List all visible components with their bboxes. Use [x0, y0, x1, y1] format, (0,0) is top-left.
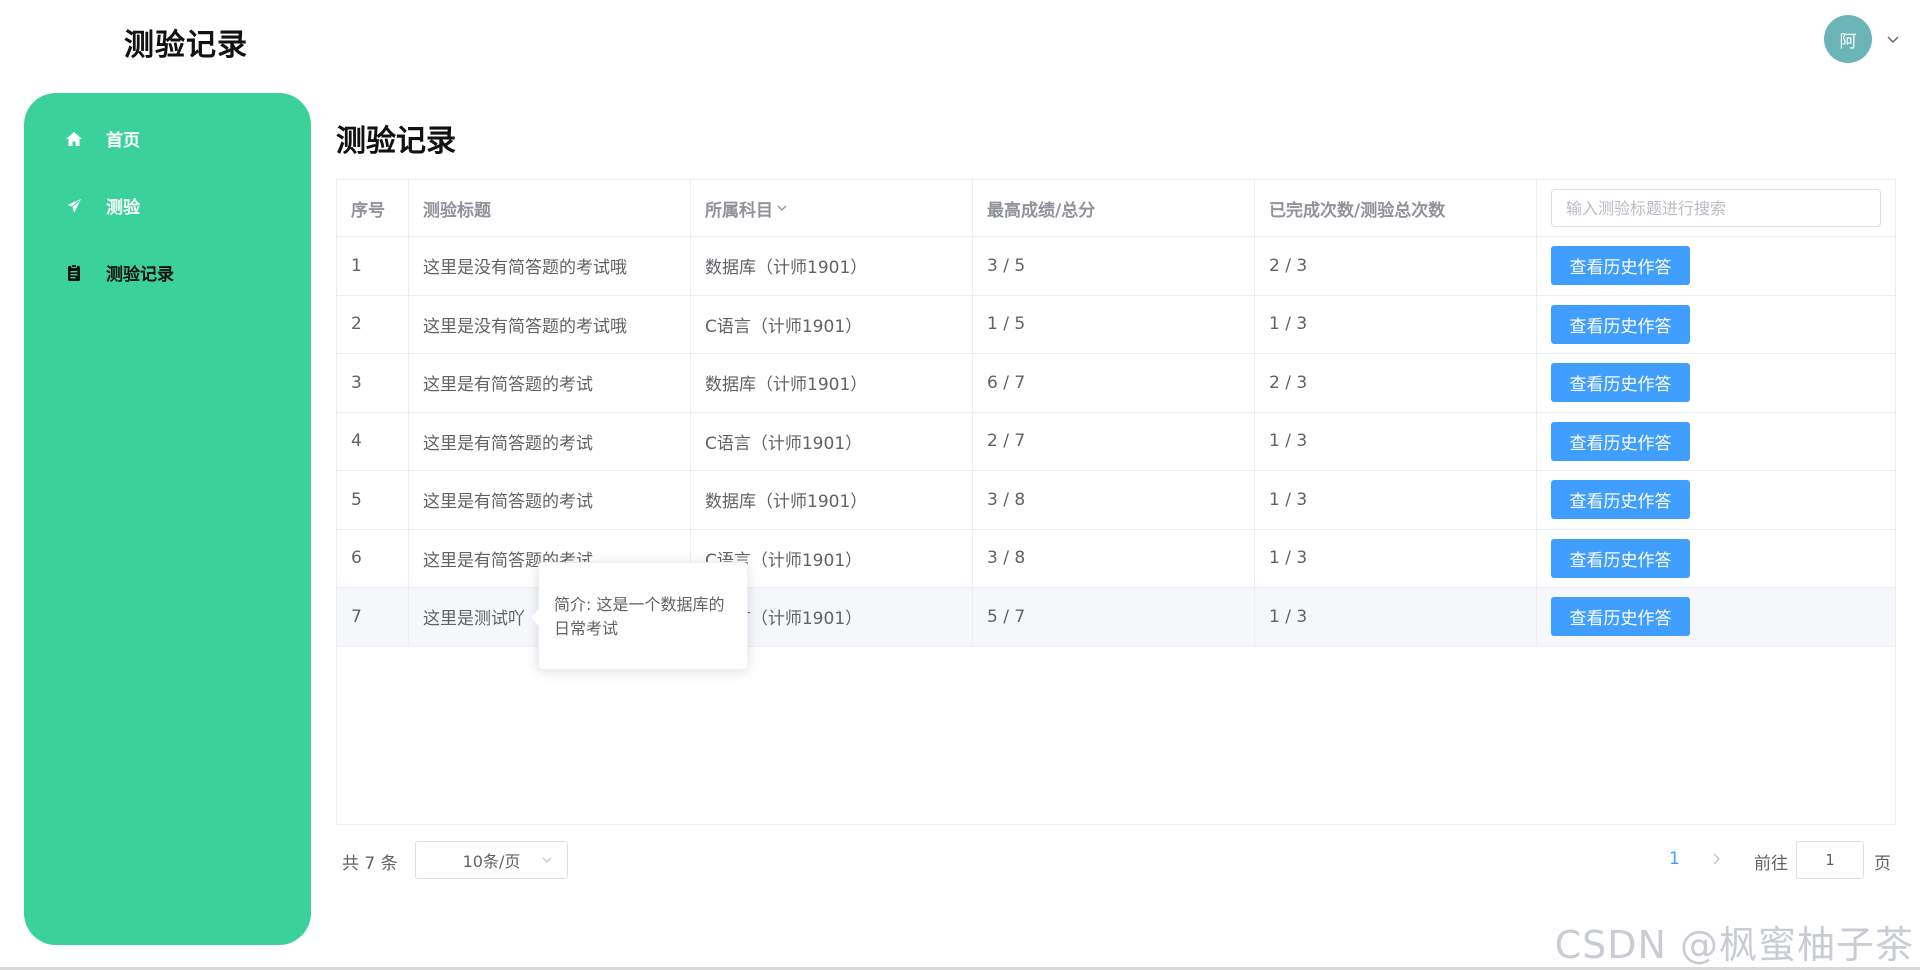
- sidebar-item-label: 首页: [106, 131, 140, 151]
- cell-title: 这里是没有简答题的考试哦: [409, 295, 691, 353]
- cell-action: 查看历史作答: [1537, 413, 1895, 471]
- table-row: 1 这里是没有简答题的考试哦 数据库（计师1901） 3 / 5 2 / 3 查…: [337, 237, 1895, 296]
- chevron-down-icon: [542, 857, 552, 863]
- cell-subject: 数据库（计师1901）: [691, 237, 973, 295]
- watermark: CSDN @枫蜜柚子茶: [1554, 923, 1914, 967]
- view-history-button[interactable]: 查看历史作答: [1551, 538, 1690, 578]
- paper-plane-icon: [64, 196, 84, 216]
- column-header-score: 最高成绩/总分: [973, 180, 1255, 236]
- column-header-index: 序号: [337, 180, 409, 236]
- page-title: 测验记录: [336, 124, 456, 159]
- cell-index: 2: [337, 295, 409, 353]
- cell-action: 查看历史作答: [1537, 296, 1895, 354]
- column-header-label: 所属科目: [705, 200, 773, 221]
- cell-score: 6 / 7: [973, 354, 1255, 412]
- sidebar-item-home[interactable]: 首页: [64, 126, 140, 151]
- sidebar-item-label: 测验记录: [106, 265, 174, 285]
- cell-index: 4: [337, 412, 409, 470]
- sidebar-item-quiz-records[interactable]: 测验记录: [64, 260, 174, 285]
- cell-index: 7: [337, 588, 409, 646]
- cell-score: 3 / 8: [973, 529, 1255, 587]
- cell-index: 5: [337, 471, 409, 529]
- view-history-button[interactable]: 查看历史作答: [1551, 597, 1690, 637]
- table-header: 序号 测验标题 所属科目 最高成绩/总分 已完成次数/测验总次数: [337, 180, 1895, 237]
- filter-caret-icon[interactable]: [776, 202, 788, 214]
- cell-action: 查看历史作答: [1537, 237, 1895, 295]
- clipboard-icon: [64, 263, 84, 283]
- cell-attempts: 1 / 3: [1255, 412, 1537, 470]
- cell-score: 2 / 7: [973, 412, 1255, 470]
- chevron-down-icon[interactable]: [1886, 32, 1900, 46]
- column-header-subject[interactable]: 所属科目: [691, 180, 973, 236]
- sidebar: 首页 测验 测验记录: [24, 93, 311, 945]
- home-icon: [64, 129, 84, 149]
- pagination-total: 共 7 条: [342, 854, 398, 874]
- pagination-goto-label: 前往: [1754, 854, 1788, 874]
- records-table: 序号 测验标题 所属科目 最高成绩/总分 已完成次数/测验总次数 1 这里是没有…: [336, 179, 1896, 825]
- pagination-page-unit: 页: [1874, 854, 1891, 874]
- cell-action: 查看历史作答: [1537, 471, 1895, 529]
- cell-index: 3: [337, 354, 409, 412]
- view-history-button[interactable]: 查看历史作答: [1551, 480, 1690, 520]
- cell-attempts: 1 / 3: [1255, 588, 1537, 646]
- table-row: 5 这里是有简答题的考试 数据库（计师1901） 3 / 8 1 / 3 查看历…: [337, 471, 1895, 530]
- avatar[interactable]: 阿: [1824, 15, 1872, 63]
- cell-subject: 数据库（计师1901）: [691, 471, 973, 529]
- sidebar-item-label: 测验: [106, 198, 140, 218]
- cell-score: 3 / 8: [973, 471, 1255, 529]
- cell-action: 查看历史作答: [1537, 588, 1895, 646]
- cell-index: 6: [337, 529, 409, 587]
- cell-attempts: 1 / 3: [1255, 471, 1537, 529]
- app-title: 测验记录: [124, 28, 248, 63]
- cell-attempts: 1 / 3: [1255, 529, 1537, 587]
- search-input[interactable]: [1551, 189, 1881, 227]
- column-header-attempts: 已完成次数/测验总次数: [1255, 180, 1537, 236]
- cell-subject: C语言（计师1901）: [691, 295, 973, 353]
- column-header-title: 测验标题: [409, 180, 691, 236]
- chevron-right-icon[interactable]: [1709, 852, 1723, 866]
- cell-title: 这里是有简答题的考试: [409, 412, 691, 470]
- cell-attempts: 2 / 3: [1255, 354, 1537, 412]
- tooltip-text: 简介: 这是一个数据库的日常考试: [554, 595, 725, 638]
- sidebar-item-quiz[interactable]: 测验: [64, 193, 140, 218]
- table-row: 3 这里是有简答题的考试 数据库（计师1901） 6 / 7 2 / 3 查看历…: [337, 354, 1895, 413]
- view-history-button[interactable]: 查看历史作答: [1551, 246, 1690, 286]
- cell-subject: 数据库（计师1901）: [691, 354, 973, 412]
- user-menu[interactable]: 阿: [1824, 15, 1900, 63]
- pagination-page-1[interactable]: 1: [1669, 849, 1680, 869]
- cell-index: 1: [337, 237, 409, 295]
- description-tooltip: 简介: 这是一个数据库的日常考试: [529, 562, 748, 670]
- view-history-button[interactable]: 查看历史作答: [1551, 421, 1690, 461]
- cell-title: 这里是有简答题的考试: [409, 354, 691, 412]
- cell-score: 5 / 7: [973, 588, 1255, 646]
- table-row: 2 这里是没有简答题的考试哦 C语言（计师1901） 1 / 5 1 / 3 查…: [337, 295, 1895, 354]
- pagination-goto-input[interactable]: [1796, 841, 1864, 879]
- search-cell: [1537, 180, 1895, 236]
- cell-score: 3 / 5: [973, 237, 1255, 295]
- view-history-button[interactable]: 查看历史作答: [1551, 363, 1690, 403]
- cell-attempts: 1 / 3: [1255, 295, 1537, 353]
- cell-subject: C语言（计师1901）: [691, 412, 973, 470]
- page-size-select[interactable]: 10条/页: [415, 841, 568, 879]
- cell-score: 1 / 5: [973, 295, 1255, 353]
- table-row: 4 这里是有简答题的考试 C语言（计师1901） 2 / 7 1 / 3 查看历…: [337, 412, 1895, 471]
- cell-action: 查看历史作答: [1537, 354, 1895, 412]
- page-size-value: 10条/页: [462, 852, 521, 871]
- cell-action: 查看历史作答: [1537, 530, 1895, 588]
- cell-attempts: 2 / 3: [1255, 237, 1537, 295]
- view-history-button[interactable]: 查看历史作答: [1551, 304, 1690, 344]
- cell-title: 这里是没有简答题的考试哦: [409, 237, 691, 295]
- cell-title: 这里是有简答题的考试: [409, 471, 691, 529]
